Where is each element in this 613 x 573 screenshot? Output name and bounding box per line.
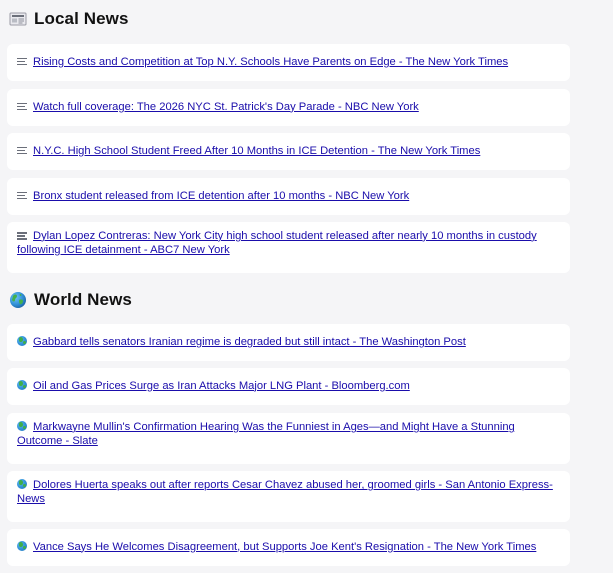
news-link[interactable]: Rising Costs and Competition at Top N.Y.…	[17, 56, 508, 70]
news-link[interactable]: Dolores Huerta speaks out after reports …	[17, 479, 560, 506]
news-link[interactable]: Bronx student released from ICE detentio…	[17, 190, 409, 204]
globe-icon	[17, 379, 27, 390]
globe-icon	[8, 290, 28, 310]
newspaper-icon	[17, 232, 27, 240]
news-headline: Markwayne Mullin's Confirmation Hearing …	[17, 421, 515, 447]
world-news-header: World News	[7, 287, 570, 313]
news-card[interactable]: Oil and Gas Prices Surge as Iran Attacks…	[7, 368, 570, 405]
news-card[interactable]: Vance Says He Welcomes Disagreement, but…	[7, 529, 570, 566]
news-headline: N.Y.C. High School Student Freed After 1…	[33, 144, 481, 157]
news-link[interactable]: Markwayne Mullin's Confirmation Hearing …	[17, 421, 560, 448]
world-news-section: World News Gabbard tells senators Irania…	[7, 287, 570, 566]
news-card[interactable]: Markwayne Mullin's Confirmation Hearing …	[7, 413, 570, 464]
news-link[interactable]: Watch full coverage: The 2026 NYC St. Pa…	[17, 101, 419, 115]
globe-icon	[17, 335, 27, 346]
news-headline: Dolores Huerta speaks out after reports …	[17, 479, 553, 505]
section-title: Local News	[34, 9, 129, 28]
news-link[interactable]: Oil and Gas Prices Surge as Iran Attacks…	[17, 379, 410, 394]
news-card[interactable]: N.Y.C. High School Student Freed After 1…	[7, 133, 570, 170]
news-link[interactable]: Gabbard tells senators Iranian regime is…	[17, 335, 466, 350]
news-card[interactable]: Watch full coverage: The 2026 NYC St. Pa…	[7, 89, 570, 126]
local-news-section: Local News Rising Costs and Competition …	[7, 6, 570, 273]
news-link[interactable]: Dylan Lopez Contreras: New York City hig…	[17, 230, 560, 257]
newspaper-icon	[17, 57, 27, 66]
globe-icon	[17, 540, 27, 551]
news-headline: Rising Costs and Competition at Top N.Y.…	[33, 55, 509, 68]
section-title: World News	[34, 290, 132, 309]
newspaper-icon	[17, 191, 27, 200]
news-headline: Dylan Lopez Contreras: New York City hig…	[17, 230, 537, 256]
news-card[interactable]: Bronx student released from ICE detentio…	[7, 178, 570, 215]
newspaper-icon	[17, 146, 27, 155]
news-link[interactable]: Vance Says He Welcomes Disagreement, but…	[17, 540, 537, 555]
news-headline: Bronx student released from ICE detentio…	[33, 189, 410, 202]
newspaper-icon	[8, 9, 28, 29]
news-card[interactable]: Dolores Huerta speaks out after reports …	[7, 471, 570, 522]
news-card[interactable]: Dylan Lopez Contreras: New York City hig…	[7, 222, 570, 273]
news-link[interactable]: N.Y.C. High School Student Freed After 1…	[17, 145, 480, 159]
news-card[interactable]: Gabbard tells senators Iranian regime is…	[7, 324, 570, 361]
globe-icon	[17, 421, 27, 431]
globe-icon	[17, 479, 27, 489]
news-headline: Gabbard tells senators Iranian regime is…	[33, 335, 466, 348]
news-headline: Watch full coverage: The 2026 NYC St. Pa…	[33, 100, 419, 113]
newspaper-icon	[17, 102, 27, 111]
local-news-header: Local News	[7, 6, 570, 32]
news-card[interactable]: Rising Costs and Competition at Top N.Y.…	[7, 44, 570, 81]
news-headline: Oil and Gas Prices Surge as Iran Attacks…	[33, 379, 410, 392]
news-headline: Vance Says He Welcomes Disagreement, but…	[33, 540, 537, 553]
